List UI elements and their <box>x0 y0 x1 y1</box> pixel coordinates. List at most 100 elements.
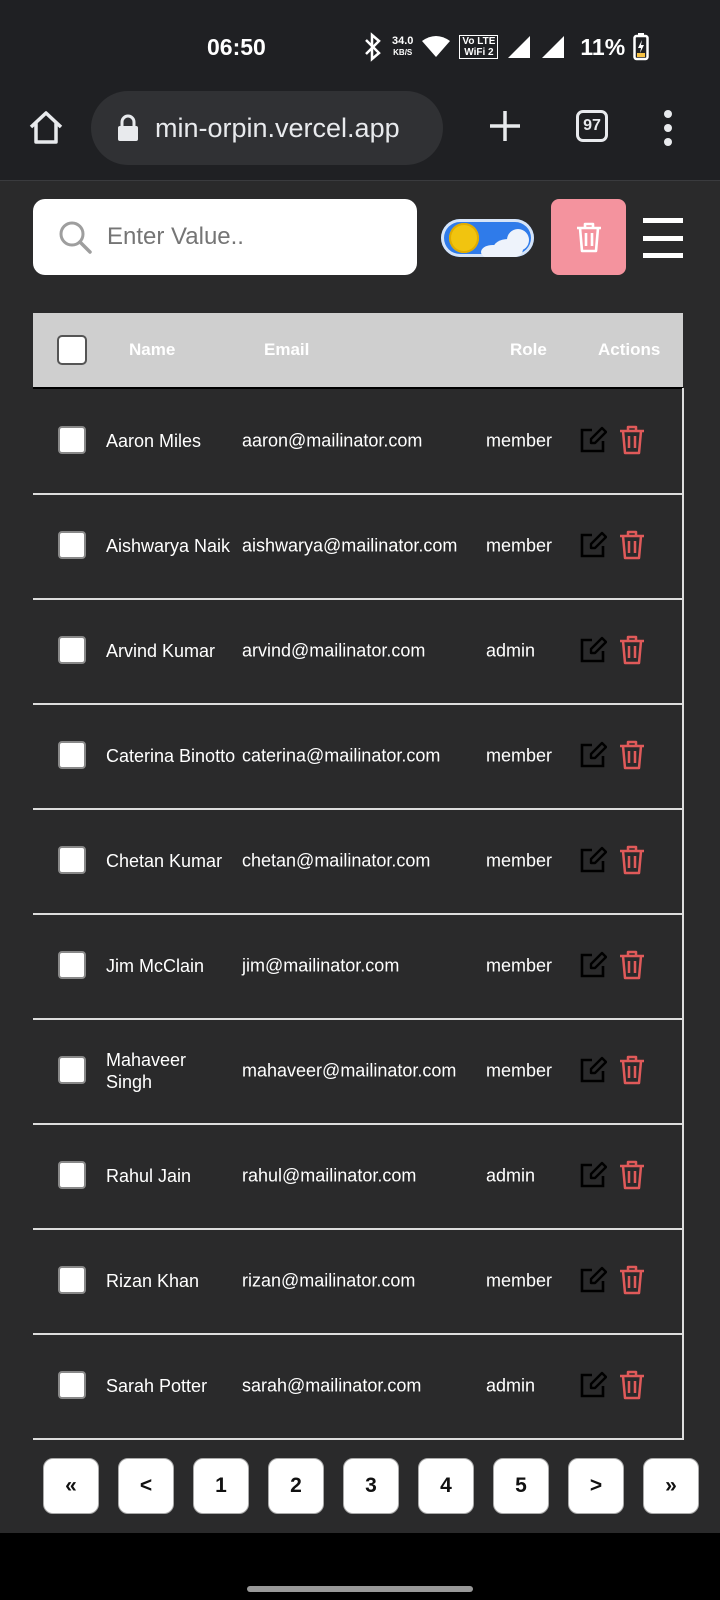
table-row: Aaron Miles aaron@mailinator.com member <box>33 388 682 495</box>
cell-email: aaron@mailinator.com <box>242 430 423 450</box>
row-checkbox[interactable] <box>58 531 86 559</box>
cell-role: member <box>486 850 553 870</box>
page-button-5[interactable]: 5 <box>493 1458 549 1514</box>
home-icon[interactable] <box>26 108 66 148</box>
theme-toggle[interactable] <box>441 219 534 257</box>
cell-name: Rizan Khan <box>106 1270 200 1291</box>
cell-name: Arvind Kumar <box>106 640 216 661</box>
edit-icon[interactable] <box>579 951 607 979</box>
column-header-role: Role <box>510 340 547 359</box>
column-header-actions: Actions <box>598 340 661 359</box>
column-header-name: Name <box>129 340 176 359</box>
cell-name: Sarah Potter <box>106 1375 208 1396</box>
delete-row-icon[interactable] <box>618 950 646 980</box>
prev-page-button[interactable]: < <box>118 1458 174 1514</box>
cell-name: Aaron Miles <box>106 430 202 451</box>
cell-email: rizan@mailinator.com <box>242 1270 416 1290</box>
edit-icon[interactable] <box>579 1266 607 1294</box>
address-bar[interactable]: min-orpin.vercel.app <box>91 91 443 165</box>
url-text: min-orpin.vercel.app <box>155 112 400 143</box>
bulk-delete-button[interactable] <box>551 199 626 275</box>
tab-count: 97 <box>583 117 601 134</box>
row-checkbox[interactable] <box>58 951 86 979</box>
table-row: Rizan Khan rizan@mailinator.com member <box>33 1228 682 1335</box>
edit-icon[interactable] <box>579 531 607 559</box>
menu-line <box>643 253 683 258</box>
cell-email: jim@mailinator.com <box>242 955 400 975</box>
trash-icon <box>576 222 601 253</box>
row-checkbox[interactable] <box>58 1266 86 1294</box>
edit-icon[interactable] <box>579 1056 607 1084</box>
search-box <box>33 199 417 275</box>
search-input[interactable] <box>105 222 399 252</box>
volte-label: Vo LTE <box>462 36 496 47</box>
signal-icon <box>508 36 531 58</box>
page-button-1[interactable]: 1 <box>193 1458 249 1514</box>
delete-row-icon[interactable] <box>618 1160 646 1190</box>
delete-row-icon[interactable] <box>618 1370 646 1400</box>
more-options-icon[interactable] <box>658 108 678 148</box>
cell-email: arvind@mailinator.com <box>242 640 426 660</box>
delete-row-icon[interactable] <box>618 635 646 665</box>
row-checkbox[interactable] <box>58 741 86 769</box>
volte-wifi-icon: Vo LTE WiFi 2 <box>459 35 499 59</box>
new-tab-icon[interactable] <box>485 106 525 146</box>
cell-name: Mahaveer Singh <box>106 1049 187 1092</box>
network-speed: 34.0 KB/S <box>392 36 413 58</box>
cell-role: admin <box>486 1165 536 1185</box>
row-checkbox[interactable] <box>58 426 86 454</box>
page-button-4[interactable]: 4 <box>418 1458 474 1514</box>
lock-icon <box>118 114 138 141</box>
next-page-button[interactable]: > <box>568 1458 624 1514</box>
cell-name: Rahul Jain <box>106 1165 192 1186</box>
gesture-handle[interactable] <box>247 1586 473 1592</box>
edit-icon[interactable] <box>579 426 607 454</box>
edit-icon[interactable] <box>579 1161 607 1189</box>
speed-unit: KB/S <box>393 48 413 57</box>
edit-icon[interactable] <box>579 846 607 874</box>
page-button-2[interactable]: 2 <box>268 1458 324 1514</box>
table-row: Chetan Kumar chetan@mailinator.com membe… <box>33 808 682 915</box>
cell-name: Caterina Binotto <box>106 745 236 766</box>
status-bar: 06:50 34.0 KB/S Vo LTE WiFi 2 11% <box>0 0 720 90</box>
cell-role: member <box>486 1060 553 1080</box>
cell-role: member <box>486 745 553 765</box>
row-checkbox[interactable] <box>58 1371 86 1399</box>
delete-row-icon[interactable] <box>618 530 646 560</box>
page-button-3[interactable]: 3 <box>343 1458 399 1514</box>
row-checkbox[interactable] <box>58 846 86 874</box>
cell-name: Aishwarya Naik <box>106 535 231 556</box>
row-checkbox[interactable] <box>58 1056 86 1084</box>
cell-name: Chetan Kumar <box>106 850 223 871</box>
delete-row-icon[interactable] <box>618 1055 646 1085</box>
edit-icon[interactable] <box>579 741 607 769</box>
table-row: Jim McClain jim@mailinator.com member <box>33 913 682 1020</box>
row-checkbox[interactable] <box>58 1161 86 1189</box>
table-row: Sarah Potter sarah@mailinator.com admin <box>33 1333 682 1440</box>
table-row: Aishwarya Naik aishwarya@mailinator.com … <box>33 493 682 600</box>
last-page-button[interactable]: » <box>643 1458 699 1514</box>
cell-role: member <box>486 535 553 555</box>
table-row: Mahaveer Singh mahaveer@mailinator.com m… <box>33 1018 682 1125</box>
cell-name: Jim McClain <box>106 955 205 976</box>
delete-row-icon[interactable] <box>618 425 646 455</box>
column-header-email: Email <box>264 340 310 359</box>
table-row: Arvind Kumar arvind@mailinator.com admin <box>33 598 682 705</box>
first-page-button[interactable]: « <box>43 1458 99 1514</box>
hamburger-menu-icon[interactable] <box>643 218 683 258</box>
edit-icon[interactable] <box>579 1371 607 1399</box>
delete-row-icon[interactable] <box>618 845 646 875</box>
cell-role: admin <box>486 640 536 660</box>
select-all-checkbox[interactable] <box>57 335 87 365</box>
delete-row-icon[interactable] <box>618 740 646 770</box>
bluetooth-icon <box>365 32 381 62</box>
pagination: « < 1 2 3 4 5 > » <box>43 1458 699 1514</box>
cell-role: member <box>486 1270 553 1290</box>
edit-icon[interactable] <box>579 636 607 664</box>
delete-row-icon[interactable] <box>618 1265 646 1295</box>
cell-email: caterina@mailinator.com <box>242 745 441 765</box>
menu-line <box>643 235 683 241</box>
row-checkbox[interactable] <box>58 636 86 664</box>
tab-switcher-button[interactable]: 97 <box>576 110 608 142</box>
menu-line <box>643 218 683 223</box>
